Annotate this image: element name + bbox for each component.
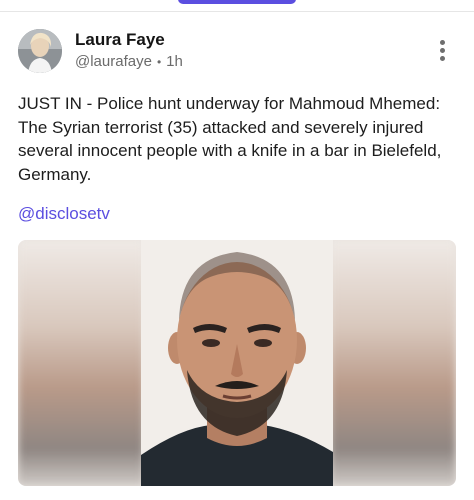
author-name[interactable]: Laura Faye (75, 30, 165, 50)
post-image[interactable] (18, 240, 456, 486)
top-divider (0, 11, 474, 12)
mention-link[interactable]: @disclosetv (18, 204, 110, 224)
more-vertical-icon (439, 40, 445, 45)
avatar[interactable] (18, 29, 62, 73)
post-text: JUST IN - Police hunt underway for Mahmo… (18, 94, 442, 184)
more-options-button[interactable] (432, 40, 452, 64)
post-meta: @laurafaye • 1h (75, 53, 183, 70)
top-tab-indicator (178, 0, 296, 4)
post-time: 1h (166, 53, 183, 70)
image-blur-left (18, 240, 144, 486)
portrait-photo (141, 240, 333, 486)
image-blur-right (330, 240, 456, 486)
avatar-image (18, 29, 62, 73)
author-handle[interactable]: @laurafaye (75, 53, 152, 70)
separator-dot: • (156, 54, 162, 69)
